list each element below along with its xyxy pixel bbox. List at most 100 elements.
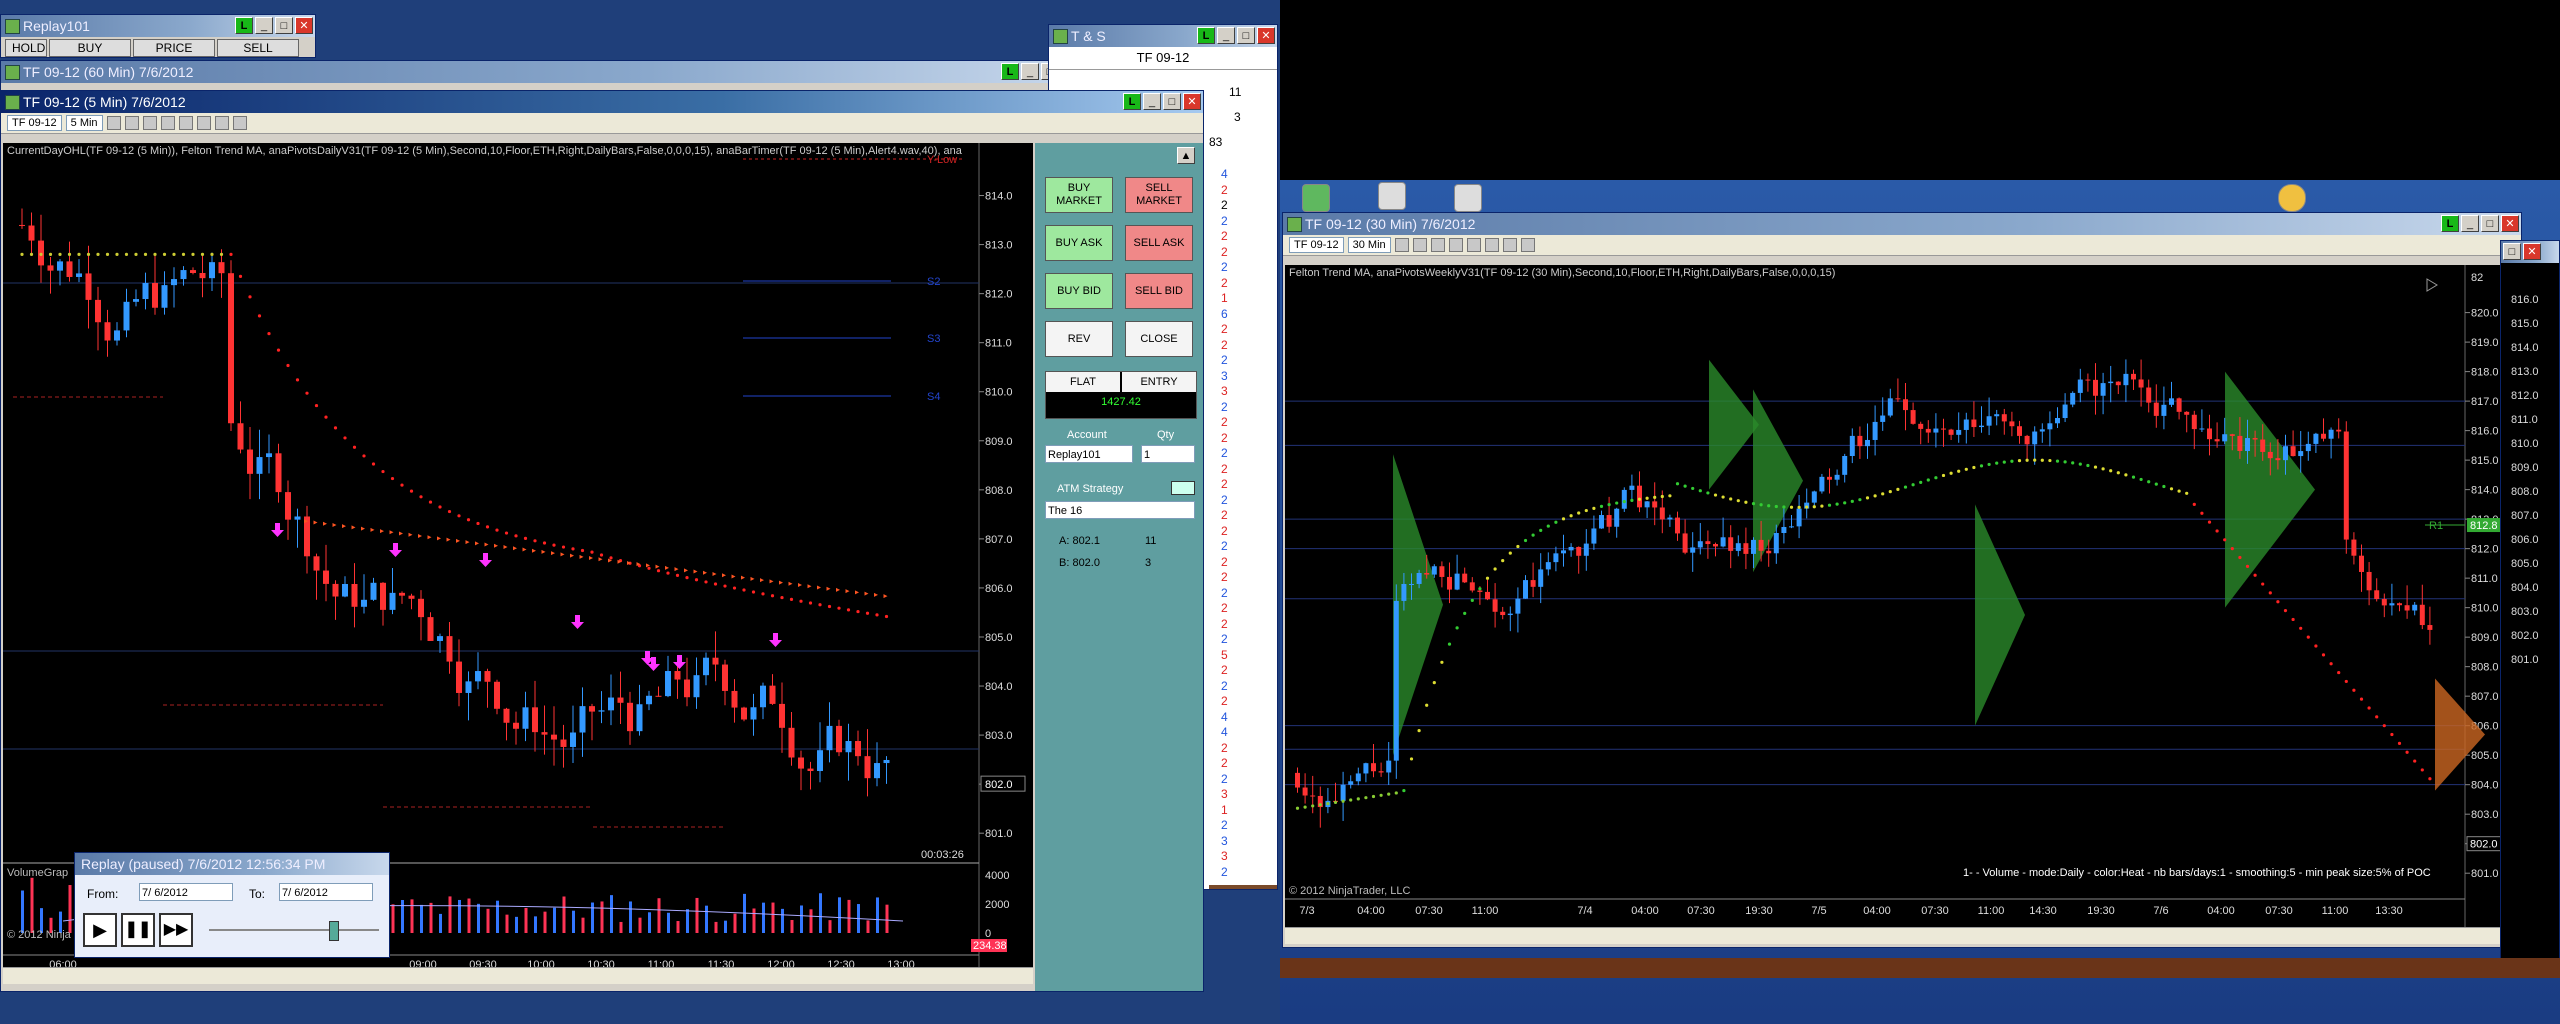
desktop-sun-icon[interactable]	[2278, 184, 2306, 212]
account-select[interactable]: Replay101	[1045, 445, 1133, 463]
replay101-titlebar[interactable]: Replay101 L _ □ ✕	[1, 15, 315, 37]
price-chart-5min[interactable]: 814.0 813.0 812.0 811.0 810.0 809.0 808.0 807.0…	[3, 143, 1033, 973]
from-date-picker[interactable]: 7/ 6/2012	[139, 883, 233, 901]
close-icon[interactable]: ✕	[1257, 27, 1275, 44]
replay101-buy-button[interactable]: BUY	[49, 39, 131, 57]
replay101-price-button[interactable]: PRICE	[133, 39, 215, 57]
bars-icon[interactable]	[106, 116, 121, 130]
sell-market-button[interactable]: SELL MARKET	[1125, 177, 1193, 213]
horizontal-scrollbar[interactable]	[1285, 927, 2519, 944]
close-position-button[interactable]: CLOSE	[1125, 321, 1193, 357]
candle-body	[180, 270, 187, 280]
grid-icon[interactable]	[1520, 238, 1535, 252]
pencil-icon[interactable]	[1412, 238, 1427, 252]
trend-ma-dot	[1660, 494, 1664, 499]
desktop-app-icon[interactable]	[1378, 182, 1406, 210]
minimize-icon[interactable]: _	[1143, 93, 1161, 110]
candle-body	[1393, 600, 1399, 761]
tns-row: 2	[1221, 585, 1228, 600]
right-edge-titlebar[interactable]: □ ✕	[2501, 241, 2559, 263]
interval-select[interactable]: 5 Min	[65, 115, 103, 131]
reverse-button[interactable]: REV	[1045, 321, 1113, 357]
buy-market-button[interactable]: BUY MARKET	[1045, 177, 1113, 213]
sell-bid-button[interactable]: SELL BID	[1125, 273, 1193, 309]
replay101-sell-button[interactable]: SELL	[217, 39, 299, 57]
replay-control-titlebar[interactable]: Replay (paused) 7/6/2012 12:56:34 PM	[75, 853, 389, 875]
desktop-doc-icon[interactable]	[1454, 184, 1482, 212]
time-tick-label: 7/3	[1299, 905, 1314, 917]
trend-ma-dot	[1767, 504, 1771, 508]
cursor-icon[interactable]	[1430, 238, 1445, 252]
close-icon[interactable]: ✕	[295, 17, 313, 34]
tf-5min-titlebar[interactable]: TF 09-12 (5 Min) 7/6/2012 L _ □ ✕	[1, 91, 1203, 113]
link-icon[interactable]: L	[1001, 63, 1019, 80]
zoom-icon[interactable]	[160, 116, 175, 130]
candle-body	[1728, 537, 1734, 551]
collapse-arrow-icon[interactable]: ▲	[1177, 147, 1195, 164]
data-box-icon[interactable]	[214, 116, 229, 130]
tns-titlebar[interactable]: T & S L _ □ ✕	[1049, 25, 1277, 47]
volume-bar	[752, 908, 756, 933]
atm-properties-icon[interactable]	[1171, 481, 1195, 495]
cursor-icon[interactable]	[142, 116, 157, 130]
qty-stepper[interactable]: 1	[1141, 445, 1195, 463]
chart-trader-icon[interactable]	[196, 116, 211, 130]
candle-body	[1720, 537, 1726, 547]
maximize-icon[interactable]: □	[2481, 215, 2499, 232]
zoom-icon[interactable]	[1448, 238, 1463, 252]
maximize-icon[interactable]: □	[1163, 93, 1181, 110]
signal-arrow	[479, 553, 492, 567]
tf-30min-titlebar[interactable]: TF 09-12 (30 Min) 7/6/2012 L _ □ ✕	[1283, 213, 2521, 235]
right-edge-chart[interactable]: 816.0 815.0 814.0 813.0 812.0 811.0 810.0 809.0…	[2501, 263, 2559, 959]
volume-bar	[543, 911, 547, 933]
link-icon[interactable]: L	[1197, 27, 1215, 44]
link-icon[interactable]: L	[235, 17, 253, 34]
pause-button[interactable]: ❚❚	[121, 913, 155, 947]
play-button[interactable]: ▶	[83, 913, 117, 947]
instrument-select[interactable]: TF 09-12	[7, 115, 62, 131]
chart-trader-icon[interactable]	[1484, 238, 1499, 252]
close-icon[interactable]: ✕	[2523, 243, 2541, 260]
buy-bid-button[interactable]: BUY BID	[1045, 273, 1113, 309]
grid-icon[interactable]	[232, 116, 247, 130]
sell-ask-button[interactable]: SELL ASK	[1125, 225, 1193, 261]
atm-strategy-select[interactable]: The 16	[1045, 501, 1195, 519]
maximize-icon[interactable]: □	[1237, 27, 1255, 44]
price-chart-30min[interactable]: 820.0819.0818.0817.0816.0815.0814.0813.0…	[1285, 265, 2519, 927]
bars-icon[interactable]	[1394, 238, 1409, 252]
maximize-icon[interactable]: □	[275, 17, 293, 34]
tns-row: 3	[1221, 849, 1228, 863]
interval-select[interactable]: 30 Min	[1347, 237, 1391, 253]
properties-icon[interactable]	[178, 116, 193, 130]
instrument-select[interactable]: TF 09-12	[1289, 237, 1344, 253]
replay101-hold-button[interactable]: HOLD	[5, 39, 47, 57]
recycle-bin-icon[interactable]	[1302, 184, 1330, 212]
maximize-icon[interactable]: □	[2503, 243, 2521, 260]
link-icon[interactable]: L	[2441, 215, 2459, 232]
close-icon[interactable]: ✕	[1183, 93, 1201, 110]
horizontal-scrollbar[interactable]	[3, 967, 1033, 984]
replay-speed-thumb[interactable]	[329, 921, 339, 941]
minimize-icon[interactable]: _	[1217, 27, 1235, 44]
properties-icon[interactable]	[1466, 238, 1481, 252]
candle-body	[2032, 431, 2038, 445]
to-date-picker[interactable]: 7/ 6/2012	[279, 883, 373, 901]
minimize-icon[interactable]: _	[1021, 63, 1039, 80]
trend-arrow	[665, 565, 669, 570]
data-box-icon[interactable]	[1502, 238, 1517, 252]
fast-forward-button[interactable]: ▶▶	[159, 913, 193, 947]
pencil-icon[interactable]	[124, 116, 139, 130]
close-icon[interactable]: ✕	[2501, 215, 2519, 232]
minimize-icon[interactable]: _	[255, 17, 273, 34]
minimize-icon[interactable]: _	[2461, 215, 2479, 232]
replay-speed-slider[interactable]	[209, 929, 379, 931]
trend-ma-dot	[1508, 551, 1512, 555]
tf-60min-titlebar[interactable]: TF 09-12 (60 Min) 7/6/2012 L_□✕	[1, 61, 1081, 83]
candle-body	[1925, 428, 1931, 433]
link-icon[interactable]: L	[1123, 93, 1141, 110]
trend-arrow	[741, 575, 745, 580]
buy-ask-button[interactable]: BUY ASK	[1045, 225, 1113, 261]
trend-ma-dot	[1622, 500, 1626, 504]
atm-strategy-label: ATM Strategy	[1057, 483, 1124, 495]
candle-body	[1659, 507, 1665, 520]
